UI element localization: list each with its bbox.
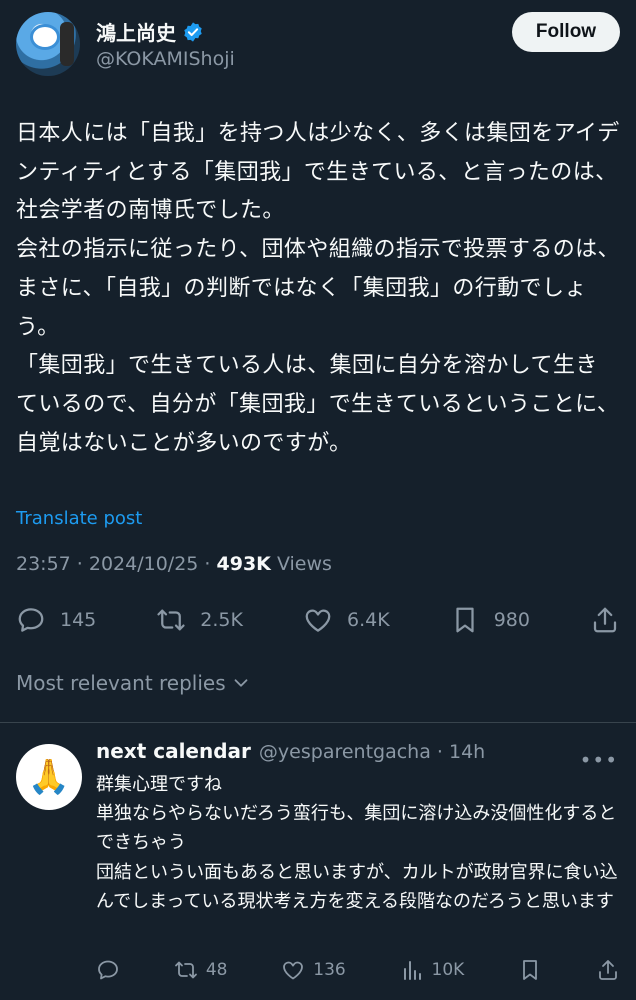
chevron-down-icon <box>234 679 248 687</box>
views-label: Views <box>270 553 332 575</box>
reply-button[interactable]: 145 <box>16 605 96 635</box>
bookmark-icon <box>456 607 474 633</box>
share-button[interactable] <box>590 605 620 635</box>
more-options-icon[interactable]: ••• <box>580 748 618 772</box>
reply-share-button[interactable] <box>596 958 620 982</box>
reply-views-button[interactable]: 10K <box>400 958 465 982</box>
heart-icon <box>283 961 304 980</box>
repost-icon <box>174 961 197 979</box>
post-header: 鴻上尚史 @KOKAMIShoji Follow <box>16 12 620 76</box>
follow-button[interactable]: Follow <box>512 12 620 52</box>
reply-header: next calendar @yesparentgacha · 14h <box>96 739 485 763</box>
reply-reply-button[interactable] <box>96 958 120 982</box>
avatar-person <box>60 22 74 66</box>
reply-author-handle[interactable]: @yesparentgacha · 14h <box>259 741 485 763</box>
divider <box>0 722 636 723</box>
reply-repost-count: 48 <box>205 960 228 980</box>
reply-like-count: 136 <box>313 960 346 980</box>
replies-sort-dropdown[interactable]: Most relevant replies <box>16 671 252 695</box>
reply-avatar[interactable]: 🙏 <box>16 744 82 810</box>
repost-icon <box>157 609 185 631</box>
heart-icon <box>305 609 331 632</box>
like-count: 6.4K <box>346 609 390 631</box>
translate-post-link[interactable]: Translate post <box>16 508 142 529</box>
replies-sort-label: Most relevant replies <box>16 671 226 695</box>
reply-author-name[interactable]: next calendar <box>96 739 251 763</box>
reply-icon <box>18 608 44 632</box>
reply-like-button[interactable]: 136 <box>281 958 346 982</box>
reply-icon <box>98 960 118 980</box>
post-text: 日本人には「自我」を持つ人は少なく、多くは集団をアイデンティティとする「集団我」… <box>16 121 620 456</box>
reply-actions: 48 136 10K <box>96 955 620 985</box>
post-meta: 23:57 · 2024/10/25 · 493K Views <box>16 553 332 575</box>
reply-count: 145 <box>60 609 97 631</box>
share-icon <box>593 607 617 633</box>
repost-button[interactable]: 2.5K <box>156 605 243 635</box>
author-name[interactable]: 鴻上尚史 <box>96 17 176 46</box>
reply-bookmark-button[interactable] <box>518 958 542 982</box>
bookmark-icon <box>523 960 538 980</box>
share-icon <box>599 960 617 980</box>
like-button[interactable]: 6.4K <box>303 605 390 635</box>
author-avatar[interactable] <box>16 12 80 76</box>
bookmark-count: 980 <box>493 609 530 631</box>
post-actions: 145 2.5K 6.4K 980 <box>16 600 620 640</box>
avatar-character <box>30 24 60 50</box>
bookmark-button[interactable]: 980 <box>450 605 530 635</box>
reply-views-count: 10K <box>431 960 465 980</box>
reply-repost-button[interactable]: 48 <box>174 958 228 982</box>
author-handle[interactable]: @KOKAMIShoji <box>96 48 235 70</box>
reply-text: 群集心理ですね 単独ならやらないだろう蛮行も、集団に溶け込み没個性化するとできち… <box>96 774 618 912</box>
views-chart-icon <box>403 961 421 980</box>
praying-hands-icon: 🙏 <box>27 757 71 797</box>
author-name-row: 鴻上尚史 <box>96 17 204 46</box>
repost-count: 2.5K <box>200 609 243 631</box>
verified-badge-icon <box>184 21 202 42</box>
post-timestamp[interactable]: 23:57 · 2024/10/25 · <box>16 553 217 575</box>
views-count: 493K <box>216 553 271 575</box>
